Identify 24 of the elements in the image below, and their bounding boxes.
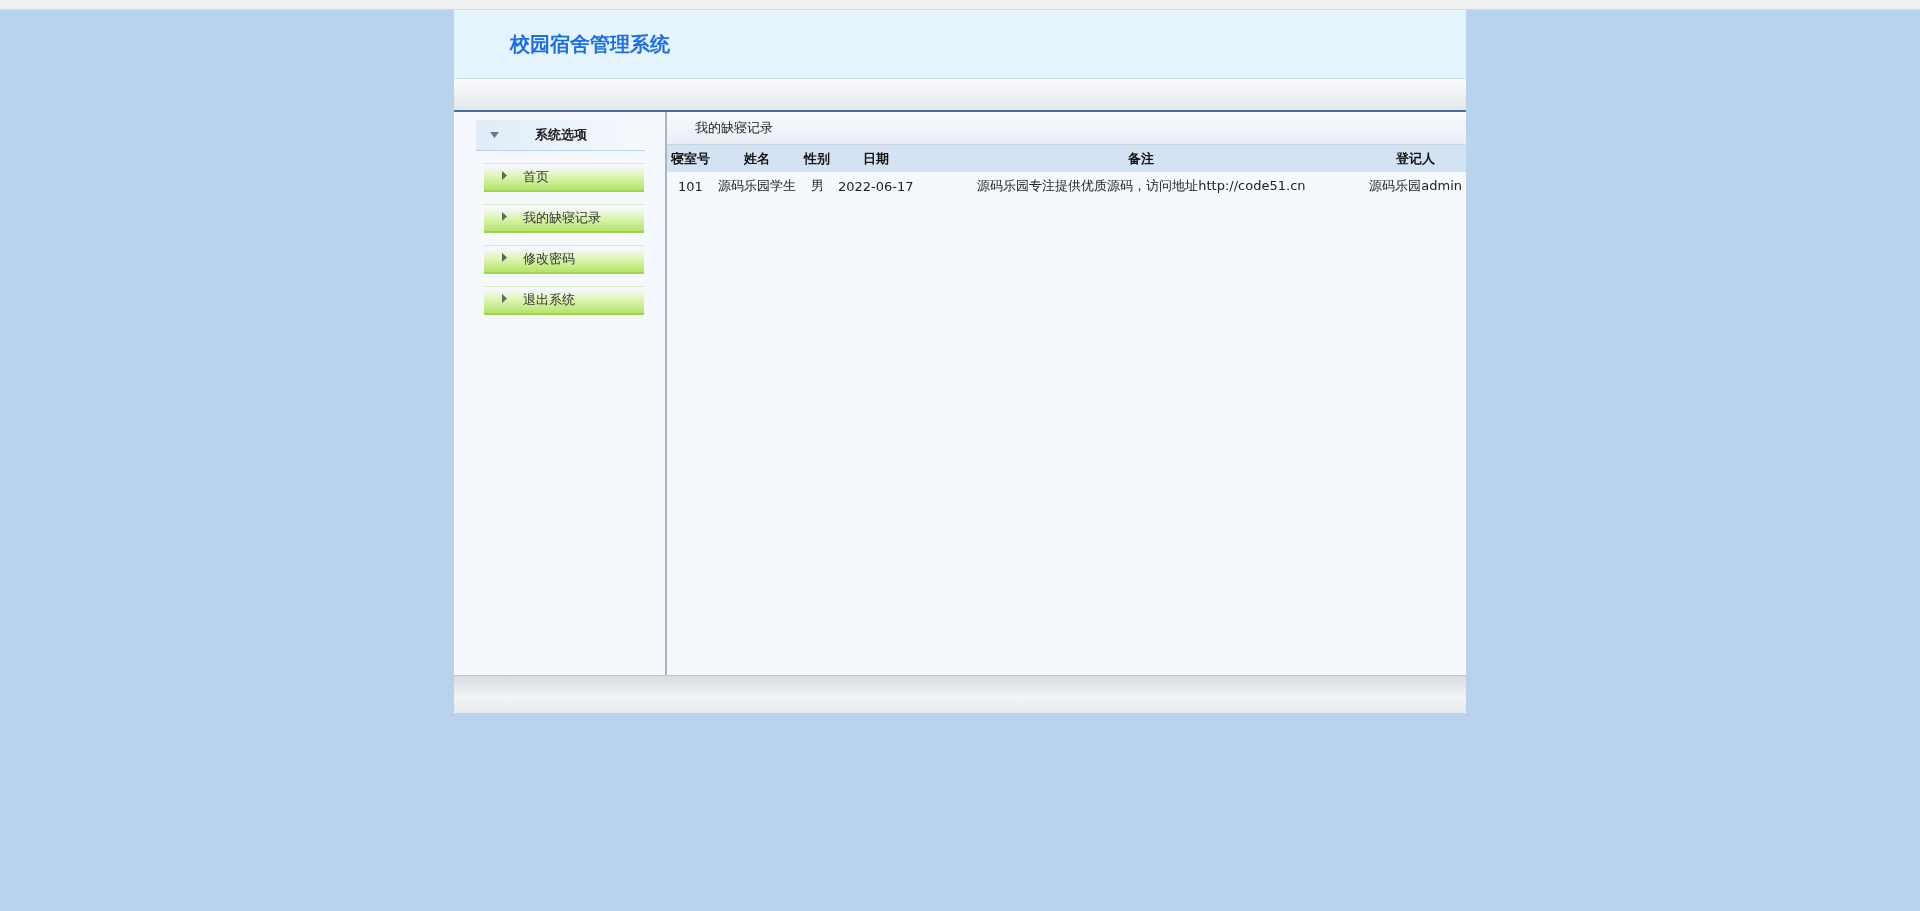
column-header: 备注 bbox=[917, 145, 1366, 172]
column-header: 姓名 bbox=[714, 145, 800, 172]
table-cell: 源码乐园学生 bbox=[714, 172, 800, 200]
column-header: 登记人 bbox=[1365, 145, 1466, 172]
system-title: 校园宿舍管理系统 bbox=[510, 30, 670, 58]
menu-item[interactable]: 退出系统 bbox=[484, 286, 644, 315]
menu-item[interactable]: 我的缺寝记录 bbox=[484, 204, 644, 233]
menu-item[interactable]: 首页 bbox=[484, 163, 644, 192]
table-cell: 源码乐园专注提供优质源码，访问地址http://code51.cn bbox=[917, 172, 1366, 200]
sidebar-header[interactable]: 系统选项 bbox=[476, 120, 645, 151]
sidebar-title: 系统选项 bbox=[535, 126, 587, 144]
arrow-icon bbox=[502, 293, 507, 303]
column-header: 性别 bbox=[800, 145, 834, 172]
arrow-icon bbox=[502, 252, 507, 262]
table-cell: 2022-06-17 bbox=[834, 172, 918, 200]
menu-item[interactable]: 修改密码 bbox=[484, 245, 644, 274]
arrow-icon bbox=[502, 170, 507, 180]
table-cell: 源码乐园admin bbox=[1365, 172, 1466, 200]
caret-icon bbox=[490, 132, 499, 138]
arrow-icon bbox=[502, 211, 507, 221]
table-cell: 101 bbox=[667, 172, 714, 200]
column-header: 日期 bbox=[834, 145, 918, 172]
table-cell: 男 bbox=[800, 172, 834, 200]
column-header: 寝室号 bbox=[667, 145, 714, 172]
